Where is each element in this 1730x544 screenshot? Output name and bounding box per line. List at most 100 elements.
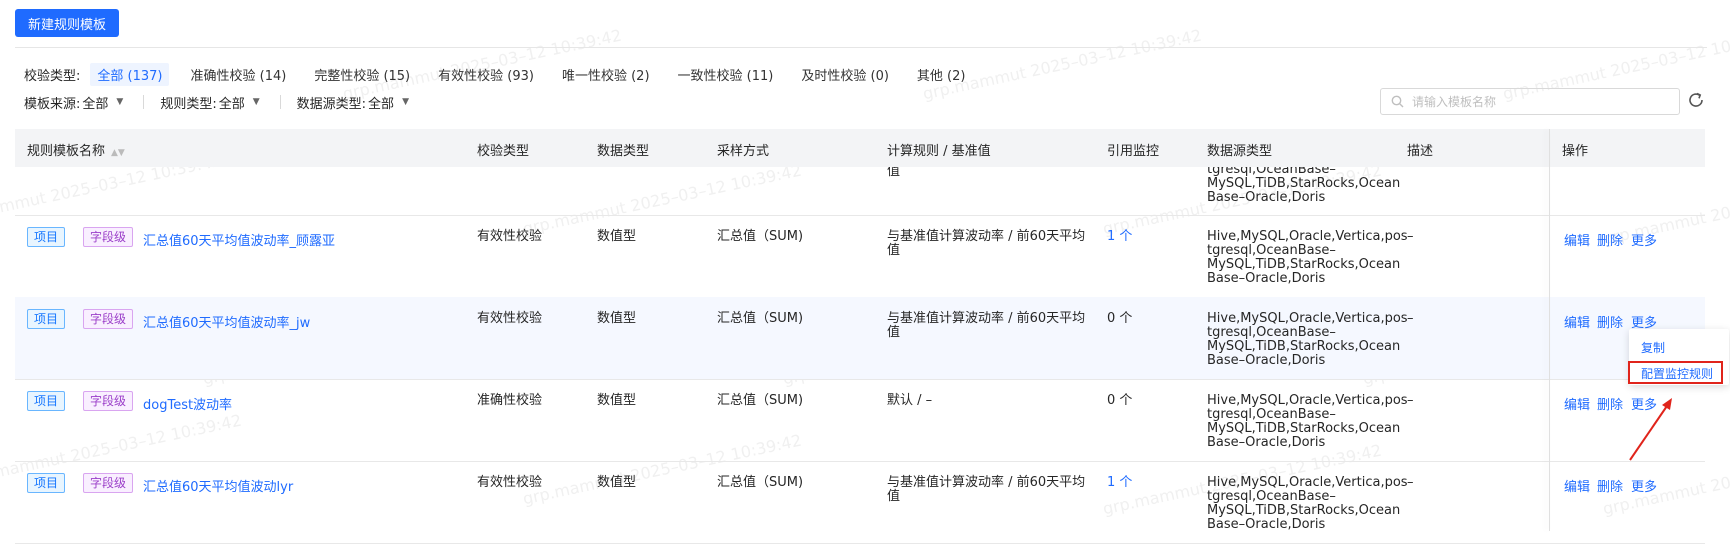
datasource-line: MySQL,TiDB,StarRocks,Ocean [1207,339,1401,354]
datasource-line: Base–Oracle,Doris [1207,435,1326,450]
datasource-line: Base–Oracle,Doris [1207,517,1326,532]
edit-button[interactable]: 编辑 [1564,230,1590,249]
menu-item-copy[interactable]: 复制 [1641,339,1665,356]
level-tag: 字段级 [83,227,134,247]
new-template-button[interactable]: 新建规则模板 [15,9,119,37]
tab-check-type[interactable]: 准确性校验 (14) [183,63,293,86]
more-button[interactable]: 更多 [1631,230,1657,249]
filter-selects: 模板来源: 全部 ▼ 规则类型: 全部 ▼ 数据源类型: 全部 ▼ [24,92,409,112]
template-source-label: 模板来源: [24,96,81,112]
datasource-type-select[interactable]: 数据源类型: 全部 ▼ [297,93,409,112]
data-type-cell: 数值型 [597,393,637,408]
check-type-cell: 有效性校验 [477,475,543,490]
data-type-cell: 数值型 [597,229,637,244]
search-icon [1391,95,1404,108]
table-row: 项目 字段级 汇总值60天平均值波动率_顾露亚 有效性校验 数值型 汇总值（SUM) 与基准… [15,215,1705,298]
delete-button[interactable]: 删除 [1597,476,1623,495]
description-cell: – [1407,475,1414,490]
scope-tag: 项目 [27,391,66,411]
header-description: 描述 [1407,144,1434,159]
header-ref-monitor: 引用监控 [1107,144,1160,159]
datasource-line: tgresql,OceanBase– [1207,407,1336,422]
datasource-type-label: 数据源类型: [296,96,367,112]
tab-check-type[interactable]: 全部 (137) [90,62,170,86]
ref-monitor-cell: 0 个 [1107,393,1133,408]
scope-tag: 项目 [27,227,66,247]
tab-check-type[interactable]: 唯一性校验 (2) [555,63,657,86]
tab-check-type[interactable]: 完整性校验 (15) [307,63,417,86]
tab-check-type[interactable]: 一致性校验 (11) [671,63,781,86]
datasource-line: Base–Oracle,Doris [1207,271,1326,286]
calc-rule-line: 默认 / – [887,393,933,408]
datasource-cell: Hive,MySQL,Oracle,Vertica,pos tgresql,Oce… [1207,476,1408,532]
delete-button[interactable]: 删除 [1597,230,1623,249]
sort-icon[interactable]: ▲▼ [111,148,125,158]
ref-monitor-cell[interactable]: 1 个 [1107,230,1132,244]
fixed-column-divider [1549,129,1550,531]
datasource-cell: tgresql,OceanBase– MySQL,TiDB,StarRocks,… [1207,167,1400,205]
datasource-line: Hive,MySQL,Oracle,Vertica,pos [1207,311,1408,326]
header-sampling: 采样方式 [717,144,770,159]
header-data-type: 数据类型 [597,144,650,159]
edit-button[interactable]: 编辑 [1564,394,1590,413]
header-label: 规则模板名称 [27,144,106,159]
datasource-line: Hive,MySQL,Oracle,Vertica,pos [1207,229,1408,244]
divider [15,47,1707,48]
calc-rule-cell: 与基准值计算波动率 / 前60天平均值 [887,230,1085,258]
check-type-label: 校验类型: [24,68,81,84]
sampling-cell: 汇总值（SUM) [717,475,804,490]
caret-down-icon: ▼ [116,97,124,107]
header-check-type: 校验类型 [477,144,530,159]
tab-check-type[interactable]: 及时性校验 (0) [794,63,896,86]
ref-monitor-cell[interactable]: 1 个 [1107,476,1132,490]
level-tag: 字段级 [83,391,134,411]
description-cell: – [1407,393,1414,408]
edit-button[interactable]: 编辑 [1564,312,1590,331]
ref-monitor-cell: 0 个 [1107,311,1133,326]
caret-down-icon: ▼ [402,97,409,107]
calc-rule-cell: 与基准值计算波动率 / 前60天平均值 [887,312,1085,340]
datasource-line: Hive,MySQL,Oracle,Vertica,pos [1207,393,1408,408]
level-tag: 字段级 [83,309,134,329]
check-type-filter: 校验类型: 全部 (137) 准确性校验 (14) 完整性校验 (15) 有效性校验 … [24,62,986,86]
calc-rule-line: 值 [887,243,901,258]
calc-rule-cell: 值 [887,167,901,179]
calc-rule-line: 值 [887,325,901,340]
calc-rule-line: 值 [887,489,901,504]
header-template-name[interactable]: 规则模板名称 ▲▼ [27,140,125,159]
tab-check-type[interactable]: 有效性校验 (93) [431,63,541,86]
description-cell: – [1407,311,1414,326]
datasource-line: MySQL,TiDB,StarRocks,Ocean [1207,421,1401,436]
sampling-cell: 汇总值（SUM) [717,393,804,408]
template-source-select[interactable]: 模板来源: 全部 ▼ [24,93,123,112]
caret-down-icon: ▼ [252,97,260,107]
datasource-line: MySQL,TiDB,StarRocks,Ocean [1207,176,1401,191]
calc-rule-cell: 与基准值计算波动率 / 前60天平均值 [887,476,1085,504]
tab-check-type[interactable]: 其他 (2) [910,63,973,86]
delete-button[interactable]: 删除 [1597,312,1623,331]
table-row: 项目 字段级 汇总值60天平均值波动lyr 有效性校验 数值型 汇总值（SUM) 与基准值计… [15,461,1705,544]
refresh-icon[interactable] [1686,90,1706,110]
edit-button[interactable]: 编辑 [1564,476,1590,495]
scope-tag: 项目 [27,473,66,493]
search-input[interactable] [1410,93,1674,110]
datasource-type-value: 全部 [368,96,395,112]
rule-type-value: 全部 [218,96,245,112]
template-name-link[interactable]: 汇总值60天平均值波动率_jw [143,312,310,331]
rule-type-select[interactable]: 规则类型: 全部 ▼ [160,93,259,112]
level-tag: 字段级 [83,473,134,493]
datasource-line: tgresql,OceanBase– [1207,325,1336,340]
template-name-link[interactable]: dogTest波动率 [143,394,232,413]
header-datasource-type: 数据源类型 [1207,144,1273,159]
datasource-line: MySQL,TiDB,StarRocks,Ocean [1207,503,1401,518]
datasource-cell: Hive,MySQL,Oracle,Vertica,pos tgresql,Oce… [1207,312,1408,368]
template-name-link[interactable]: 汇总值60天平均值波动lyr [143,476,293,495]
more-button[interactable]: 更多 [1631,476,1657,495]
table-row-partial: 值 tgresql,OceanBase– MySQL,TiDB,StarRock… [15,167,1705,216]
calc-rule-line: 与基准值计算波动率 / 前60天平均 [887,475,1086,490]
datasource-line: Base–Oracle,Doris [1207,353,1326,368]
template-name-link[interactable]: 汇总值60天平均值波动率_顾露亚 [143,230,335,249]
sampling-cell: 汇总值（SUM) [717,311,804,326]
description-cell: – [1407,229,1414,244]
datasource-line: Hive,MySQL,Oracle,Vertica,pos [1207,475,1408,490]
